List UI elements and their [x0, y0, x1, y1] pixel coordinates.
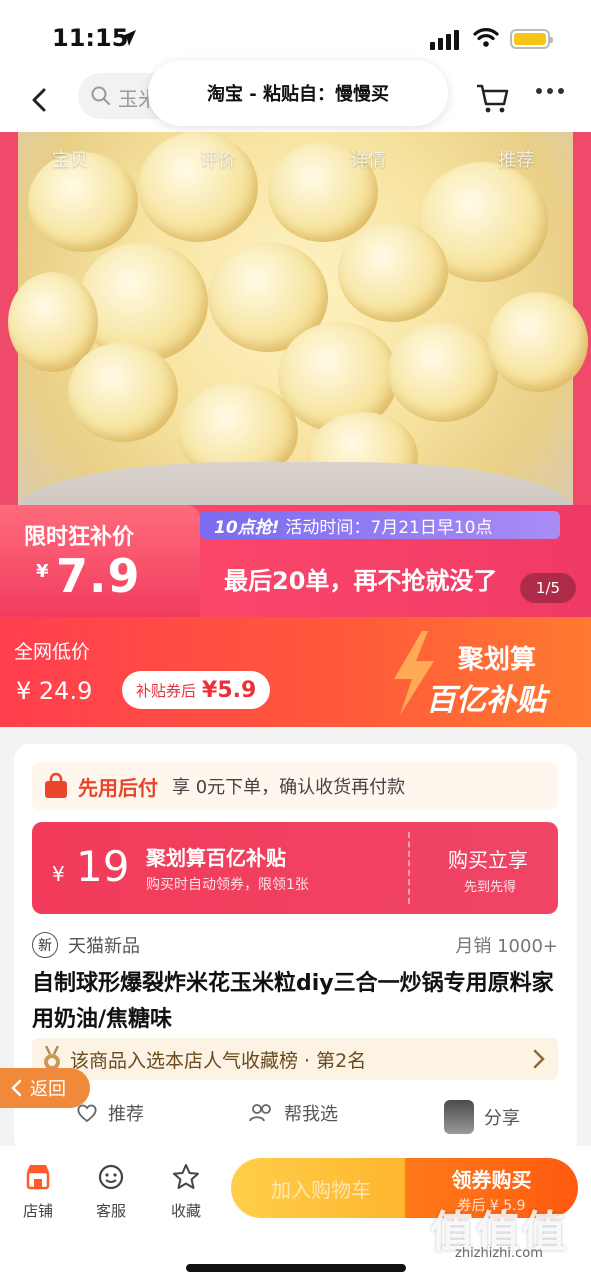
product-info-card: 先用后付 享 0元下单，确认收货再付款 ¥ 19 聚划算百亿补贴 购买时自动领券…	[14, 744, 577, 1154]
juhuasuan-logo: 聚划算 百亿补贴	[388, 631, 588, 718]
product-title: 自制球形爆裂炸米花玉米粒diy三合一炒锅专用原料家用奶油/焦糖味	[32, 971, 554, 1032]
shop-label: 店铺	[22, 1202, 53, 1220]
social-actions: 推荐 帮我选 分享	[14, 1096, 577, 1136]
recommend-label: 推荐	[108, 1104, 144, 1125]
activity-time-bar: 10点抢! 活动时间：7月21日早10点	[200, 511, 560, 539]
tab-recommend[interactable]: 推荐	[498, 146, 534, 172]
promo-label: 限时狂补价	[24, 525, 135, 550]
monthly-sales: 月销 1000+	[455, 936, 558, 957]
new-badge-icon: 新	[32, 932, 58, 958]
page-indicator: 1/5	[520, 573, 576, 603]
activity-time: 活动时间：7月21日早10点	[285, 517, 493, 538]
flash-tag: 10点抢!	[214, 517, 280, 538]
logo-line1: 聚划算	[458, 645, 537, 675]
pay-later-bar[interactable]: 先用后付 享 0元下单，确认收货再付款	[32, 762, 558, 810]
service-face-icon	[98, 1164, 124, 1190]
coupon-price: ¥5.9	[202, 677, 257, 703]
promo-price: 7.9	[56, 549, 141, 603]
return-label: 返回	[30, 1079, 66, 1100]
coupon-label: 补贴券后	[136, 681, 197, 700]
promo-yen: ¥	[36, 561, 49, 582]
popularity-rank-bar[interactable]: 该商品入选本店人气收藏榜 · 第2名	[32, 1038, 558, 1080]
chevron-left-icon	[11, 1079, 22, 1097]
shop-icon	[26, 1165, 50, 1190]
watermark-url: zhizhizhi.com	[455, 1246, 543, 1261]
favorite-label: 收藏	[170, 1202, 201, 1220]
flash-promo-band: 限时狂补价 ¥ 7.9 10点抢! 活动时间：7月21日早10点 最后20单，再…	[0, 505, 591, 617]
chevron-right-icon	[533, 1049, 545, 1069]
favorite-button[interactable]: 收藏	[156, 1160, 216, 1221]
coupon-price-pill: 补贴券后 ¥5.9	[122, 671, 271, 709]
subsidy-buy-label: 购买立享	[448, 848, 528, 872]
recommend-button[interactable]: 推荐	[76, 1100, 144, 1126]
tab-reviews[interactable]: 评价	[200, 146, 236, 172]
add-to-cart-button[interactable]: 加入购物车	[231, 1158, 411, 1218]
share-avatar	[444, 1100, 474, 1134]
original-price: ¥ 24.9	[16, 677, 93, 705]
coupon-divider	[408, 832, 410, 904]
subsidy-first-label: 先到先得	[464, 880, 517, 895]
tab-item[interactable]: 宝贝	[52, 146, 88, 172]
subsidy-coupon[interactable]: ¥ 19 聚划算百亿补贴 购买时自动领券，限领1张 购买立享 先到先得	[32, 822, 558, 914]
cart-icon[interactable]	[474, 80, 510, 116]
subsidy-yen: ¥	[52, 862, 65, 886]
buy-now-label: 领券购买	[451, 1168, 532, 1192]
star-icon	[173, 1164, 199, 1189]
back-icon[interactable]	[22, 82, 58, 118]
help-choose-button[interactable]: 帮我选	[248, 1100, 338, 1126]
help-choose-label: 帮我选	[284, 1104, 338, 1125]
share-button[interactable]: 分享	[444, 1100, 520, 1134]
location-arrow-icon	[120, 30, 136, 46]
tmall-new-label: 天猫新品	[68, 936, 140, 957]
share-label: 分享	[484, 1108, 520, 1129]
logo-line2: 百亿补贴	[426, 683, 546, 718]
customer-service-button[interactable]: 客服	[81, 1160, 141, 1221]
signal-icon	[430, 30, 459, 50]
pay-later-text: 享 0元下单，确认收货再付款	[172, 777, 406, 798]
subsidy-title: 聚划算百亿补贴	[146, 846, 286, 870]
pay-later-title: 先用后付	[78, 775, 158, 800]
popcorn-photo	[8, 132, 588, 527]
tag-row: 新 天猫新品 月销 1000+	[32, 930, 558, 960]
nav-bar: 玉米 淘宝 - 粘贴自：慢慢买	[0, 60, 591, 132]
paste-source-banner[interactable]: 淘宝 - 粘贴自：慢慢买	[148, 60, 448, 126]
shop-button[interactable]: 店铺	[8, 1160, 68, 1221]
promo-price-block: 限时狂补价 ¥ 7.9	[0, 505, 200, 617]
shopping-bag-icon	[45, 772, 67, 798]
subsidy-amount: 19	[76, 842, 130, 891]
home-indicator	[186, 1264, 406, 1272]
status-time: 11:15	[52, 24, 129, 52]
search-icon	[91, 86, 110, 105]
tab-details[interactable]: 详情	[350, 146, 386, 172]
subsidy-subtitle: 购买时自动领券，限领1张	[146, 877, 309, 893]
rank-text: 该商品入选本店人气收藏榜 · 第2名	[70, 1049, 367, 1072]
product-image-carousel[interactable]: 宝贝 评价 详情 推荐	[0, 132, 591, 527]
service-label: 客服	[95, 1202, 126, 1220]
battery-icon	[510, 29, 553, 49]
price-banner: 全网低价 ¥ 24.9 补贴券后 ¥5.9 聚划算 百亿补贴	[0, 617, 591, 727]
lowest-price-label: 全网低价	[14, 641, 91, 663]
return-button[interactable]: 返回	[0, 1068, 90, 1108]
wifi-icon	[473, 28, 499, 47]
promo-main-text: 最后20单，再不抢就没了	[224, 567, 498, 595]
people-icon	[249, 1104, 271, 1122]
more-icon[interactable]	[536, 88, 564, 94]
